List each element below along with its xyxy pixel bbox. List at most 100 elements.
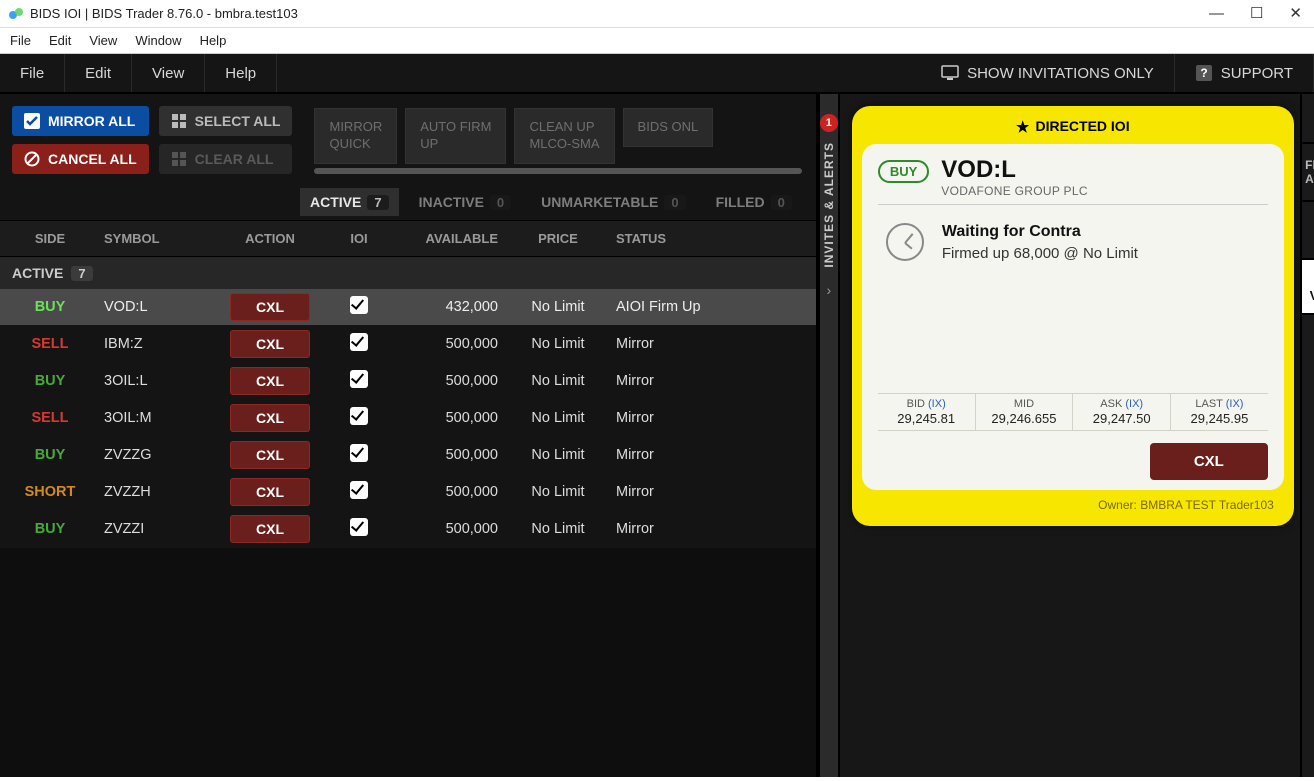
col-status: STATUS bbox=[608, 231, 728, 246]
row-cxl-button[interactable]: CXL bbox=[230, 404, 310, 432]
row-symbol: ZVZZG bbox=[100, 447, 210, 463]
table-row[interactable]: BUYVOD:LCXL432,000No LimitAIOI Firm Up bbox=[0, 289, 816, 326]
table-row[interactable]: BUY3OIL:LCXL500,000No LimitMirror bbox=[0, 363, 816, 400]
row-price: No Limit bbox=[508, 373, 608, 389]
app-menu-help[interactable]: Help bbox=[205, 54, 277, 92]
row-status: Mirror bbox=[608, 521, 728, 537]
side-strip: FIRM UP ALL ︿ BUY VOD:L ﹀ bbox=[1300, 94, 1314, 777]
row-symbol: 3OIL:M bbox=[100, 410, 210, 426]
firm-up-all-button[interactable]: FIRM UP ALL bbox=[1302, 144, 1314, 202]
chevron-up-icon[interactable]: ︿ bbox=[1302, 202, 1314, 260]
detail-pane: ★DIRECTED IOI BUY VOD:L VODAFONE GROUP P… bbox=[840, 94, 1300, 777]
row-symbol: IBM:Z bbox=[100, 336, 210, 352]
side-badge: BUY bbox=[878, 160, 929, 183]
row-cxl-button[interactable]: CXL bbox=[230, 367, 310, 395]
tab-active[interactable]: ACTIVE7 bbox=[300, 188, 399, 216]
table-body: BUYVOD:LCXL432,000No LimitAIOI Firm UpSE… bbox=[0, 289, 816, 548]
row-cxl-button[interactable]: CXL bbox=[230, 515, 310, 543]
status-tabs: ACTIVE7 INACTIVE0 UNMARKETABLE0 FILLED0 bbox=[0, 182, 816, 220]
row-available: 500,000 bbox=[388, 410, 508, 426]
row-ioi-checkbox[interactable] bbox=[350, 444, 368, 462]
table-row[interactable]: SELL3OIL:MCXL500,000No LimitMirror bbox=[0, 400, 816, 437]
os-menu-edit[interactable]: Edit bbox=[49, 33, 71, 48]
app-toolbar: File Edit View Help SHOW INVITATIONS ONL… bbox=[0, 54, 1314, 94]
table-row[interactable]: SELLIBM:ZCXL500,000No LimitMirror bbox=[0, 326, 816, 363]
invites-alerts-tab[interactable]: 1 INVITES & ALERTS › bbox=[818, 94, 840, 777]
row-cxl-button[interactable]: CXL bbox=[230, 441, 310, 469]
quote-col: BID (IX)29,245.81 bbox=[878, 394, 976, 430]
mirror-all-button[interactable]: MIRROR ALL bbox=[12, 106, 149, 136]
row-cxl-button[interactable]: CXL bbox=[230, 293, 310, 321]
row-ioi-checkbox[interactable] bbox=[350, 518, 368, 536]
chip-clean-up[interactable]: CLEAN UP MLCO-SMA bbox=[514, 108, 614, 164]
os-menu-view[interactable]: View bbox=[89, 33, 117, 48]
side-strip-selected[interactable]: BUY VOD:L bbox=[1302, 260, 1314, 315]
card-cxl-button[interactable]: CXL bbox=[1150, 443, 1268, 480]
chip-bids-only[interactable]: BIDS ONL bbox=[623, 108, 714, 147]
maximize-icon[interactable]: ☐ bbox=[1250, 6, 1263, 21]
wait-title: Waiting for Contra bbox=[942, 223, 1138, 241]
minimize-icon[interactable]: — bbox=[1209, 6, 1224, 21]
os-menu-window[interactable]: Window bbox=[135, 33, 181, 48]
row-price: No Limit bbox=[508, 447, 608, 463]
clear-all-button[interactable]: CLEAR ALL bbox=[159, 144, 293, 174]
show-invitations-button[interactable]: SHOW INVITATIONS ONLY bbox=[921, 54, 1175, 92]
trash-button[interactable] bbox=[1302, 94, 1314, 144]
col-ioi: IOI bbox=[330, 231, 388, 246]
row-ioi-checkbox[interactable] bbox=[350, 296, 368, 314]
quote-col: LAST (IX)29,245.95 bbox=[1171, 394, 1268, 430]
chevron-down-icon[interactable]: ﹀ bbox=[1302, 721, 1314, 777]
row-side: BUY bbox=[0, 521, 100, 537]
tab-filled[interactable]: FILLED0 bbox=[706, 188, 802, 216]
tab-unmarketable[interactable]: UNMARKETABLE0 bbox=[531, 188, 695, 216]
row-price: No Limit bbox=[508, 299, 608, 315]
table-row[interactable]: SHORTZVZZHCXL500,000No LimitMirror bbox=[0, 474, 816, 511]
row-ioi-checkbox[interactable] bbox=[350, 481, 368, 499]
cancel-all-button[interactable]: CANCEL ALL bbox=[12, 144, 149, 174]
row-price: No Limit bbox=[508, 521, 608, 537]
row-ioi-checkbox[interactable] bbox=[350, 370, 368, 388]
row-status: Mirror bbox=[608, 447, 728, 463]
row-cxl-button[interactable]: CXL bbox=[230, 330, 310, 358]
row-available: 500,000 bbox=[388, 373, 508, 389]
os-menu-help[interactable]: Help bbox=[200, 33, 227, 48]
row-cxl-button[interactable]: CXL bbox=[230, 478, 310, 506]
directed-ioi-card: ★DIRECTED IOI BUY VOD:L VODAFONE GROUP P… bbox=[852, 106, 1294, 526]
app-menu-view[interactable]: View bbox=[132, 54, 205, 92]
select-all-button[interactable]: SELECT ALL bbox=[159, 106, 293, 136]
row-ioi-checkbox[interactable] bbox=[350, 333, 368, 351]
grid-dim-icon bbox=[171, 151, 187, 167]
row-status: Mirror bbox=[608, 336, 728, 352]
table-row[interactable]: BUYZVZZG CXL 500,000No LimitMirror bbox=[0, 437, 816, 474]
chip-mirror-quick[interactable]: MIRROR QUICK bbox=[314, 108, 397, 164]
col-symbol: SYMBOL bbox=[100, 231, 210, 246]
col-available: AVAILABLE bbox=[388, 231, 508, 246]
app-menu-file[interactable]: File bbox=[0, 54, 65, 92]
support-button[interactable]: ? SUPPORT bbox=[1175, 54, 1314, 92]
row-ioi-checkbox[interactable] bbox=[350, 407, 368, 425]
app-menu-edit[interactable]: Edit bbox=[65, 54, 132, 92]
row-side: SHORT bbox=[0, 484, 100, 500]
chip-scrollbar[interactable] bbox=[314, 168, 801, 174]
quote-col: ASK (IX)29,247.50 bbox=[1073, 394, 1171, 430]
row-status: Mirror bbox=[608, 484, 728, 500]
card-symbol: VOD:L bbox=[941, 156, 1088, 184]
row-available: 432,000 bbox=[388, 299, 508, 315]
row-price: No Limit bbox=[508, 484, 608, 500]
row-side: SELL bbox=[0, 336, 100, 352]
row-side: SELL bbox=[0, 410, 100, 426]
close-icon[interactable]: ✕ bbox=[1289, 6, 1302, 21]
os-menu-file[interactable]: File bbox=[10, 33, 31, 48]
row-symbol: VOD:L bbox=[100, 299, 210, 315]
row-available: 500,000 bbox=[388, 484, 508, 500]
row-available: 500,000 bbox=[388, 447, 508, 463]
table-header: SIDE SYMBOL ACTION IOI AVAILABLE PRICE S… bbox=[0, 220, 816, 257]
tab-inactive[interactable]: INACTIVE0 bbox=[409, 188, 522, 216]
card-company-name: VODAFONE GROUP PLC bbox=[941, 184, 1088, 198]
clock-icon bbox=[886, 223, 924, 261]
chip-auto-firm-up[interactable]: AUTO FIRM UP bbox=[405, 108, 506, 164]
wait-subtitle: Firmed up 68,000 @ No Limit bbox=[942, 245, 1138, 262]
table-row[interactable]: BUYZVZZICXL500,000No LimitMirror bbox=[0, 511, 816, 548]
row-side: BUY bbox=[0, 447, 100, 463]
row-symbol: 3OIL:L bbox=[100, 373, 210, 389]
